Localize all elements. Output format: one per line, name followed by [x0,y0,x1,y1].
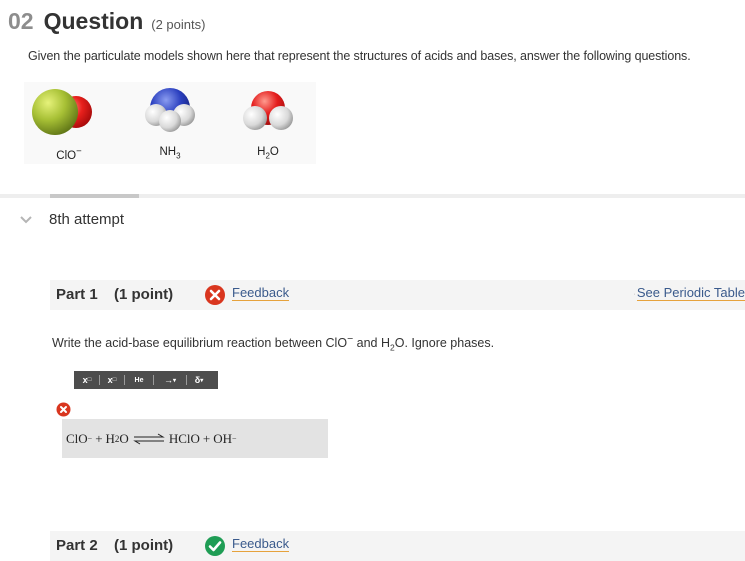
toolbar-separator [153,375,154,385]
incorrect-icon [205,285,225,305]
periodic-table-icon [634,293,635,294]
part-2-title: Part 2 [56,537,98,554]
model-hypochlorite: ClO− [24,82,114,164]
part-1-header: Part 1 (1 point) Feedback See Periodic T… [50,280,745,310]
answer-input[interactable]: ClO − + H2O HClO + OH − [62,419,328,458]
toolbar-separator [186,375,187,385]
model-label-water: H2O [257,146,279,161]
reaction-arrow-button[interactable]: → ▾ [157,373,183,387]
model-label-ammonia: NH3 [159,146,181,161]
toolbar-separator [99,375,100,385]
question-header: 02 Question (2 points) [8,8,205,40]
periodic-table-label[interactable]: See Periodic Table [636,286,745,301]
answer-incorrect-icon [56,402,71,417]
model-water: H2O [223,82,313,164]
part-1-feedback-link[interactable]: Feedback [232,286,290,301]
water-molecule-image [243,91,293,130]
part-1-points: (1 point) [114,286,174,303]
attempt-toggle[interactable]: 8th attempt [18,209,124,229]
hypochlorite-molecule-image [32,89,92,135]
superscript-button[interactable]: x □ [78,373,96,387]
delta-button[interactable]: δ ▾ [190,373,208,387]
subscript-button[interactable]: x □ [103,373,121,387]
question-prompt: Given the particulate models shown here … [28,49,691,63]
part-2-header: Part 2 (1 point) Feedback [50,531,745,561]
correct-icon [205,536,225,556]
model-label-hypochlorite: ClO− [56,146,82,162]
question-number: 02 [8,8,34,34]
toolbar-separator [124,375,125,385]
isotope-button[interactable]: He [128,373,150,387]
question-points: (2 points) [151,17,206,32]
equilibrium-arrow-icon [133,433,165,444]
model-ammonia: NH3 [125,82,215,164]
section-divider-tab [50,194,139,198]
periodic-table-link[interactable]: See Periodic Table [634,286,745,301]
ammonia-molecule-image [145,88,195,132]
particulate-models: ClO− NH3 H2O [24,82,316,164]
part-1-instruction: Write the acid-base equilibrium reaction… [52,334,495,353]
part-2-feedback-link[interactable]: Feedback [232,537,290,552]
part-2-points: (1 point) [114,537,174,554]
question-title: Question [43,8,144,34]
math-toolbar: x □ x □ He → ▾ δ ▾ [74,371,218,389]
attempt-label: 8th attempt [49,210,125,228]
chevron-down-icon[interactable] [18,211,34,227]
part-1-title: Part 1 [56,286,98,303]
